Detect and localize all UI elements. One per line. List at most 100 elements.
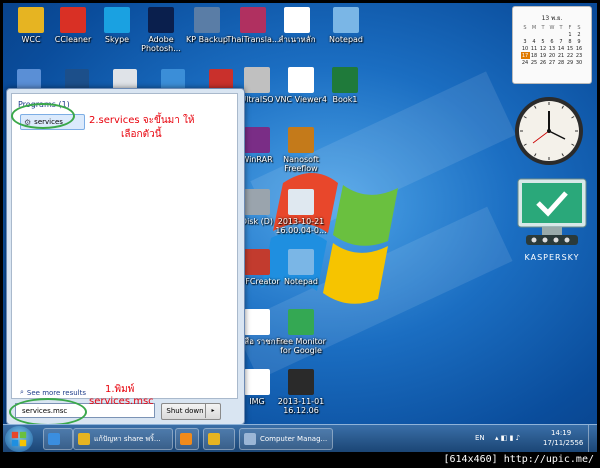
calendar-weekday: M <box>531 24 537 31</box>
desktop-icon[interactable]: Notepad <box>318 7 374 44</box>
annotation-oval-search <box>9 398 87 426</box>
taskbar-button[interactable]: Computer Manag... <box>239 428 333 450</box>
calendar-day[interactable]: 28 <box>557 59 566 66</box>
disc-icon <box>244 67 270 93</box>
winrar-icon <box>244 127 270 153</box>
calendar-day[interactable]: 27 <box>548 59 557 66</box>
kaspersky-gadget[interactable]: KASPERSKY <box>516 177 588 273</box>
show-desktop-button[interactable] <box>588 425 597 453</box>
calendar-weekday: W <box>549 24 555 31</box>
calendar-day[interactable]: 26 <box>539 59 548 66</box>
calendar-day[interactable]: 4 <box>530 38 539 45</box>
document-icon <box>284 7 310 33</box>
annotation-step1-line2: services.msc <box>89 396 154 407</box>
desktop-icon[interactable]: Free Monitor for Google <box>273 309 329 355</box>
taskbar-button[interactable]: แก้ปัญหา share พริ้... <box>73 428 173 450</box>
desktop-icon[interactable]: 2013-10-21 16.00.04-0... <box>273 189 329 235</box>
calendar-grid: S M T W T F S 1 2 3 4 5 6 7 8 9 10 11 12 13 14 15 16 17 18 19 20 21… <box>520 24 584 66</box>
annotation-step2-line2: เลือกตัวนี้ <box>121 129 162 140</box>
taskbar-button[interactable] <box>203 428 235 450</box>
calendar-day[interactable]: 14 <box>557 45 566 52</box>
desktop-icon[interactable]: Nanosoft Freeflow <box>273 127 329 173</box>
desktop-icon-label: Free Monitor for Google <box>276 337 326 355</box>
notepad-icon <box>333 7 359 33</box>
search-icon: ⌕ <box>20 388 24 396</box>
calendar-day <box>521 31 530 38</box>
taskbar-button[interactable] <box>43 428 73 450</box>
vnc-icon <box>288 67 314 93</box>
calendar-day[interactable]: 8 <box>566 38 575 45</box>
desktop-icon-label: Book1 <box>332 95 358 104</box>
start-button[interactable] <box>5 426 33 452</box>
internet-explorer-icon <box>48 433 60 445</box>
windows-explorer-icon <box>208 433 220 445</box>
kaspersky-monitor-icon <box>517 178 587 245</box>
calendar-day[interactable]: 17 <box>520 52 530 59</box>
taskbar-button-label: แก้ปัญหา share พริ้... <box>94 434 161 443</box>
calendar-day[interactable]: 5 <box>539 38 548 45</box>
shutdown-options-arrow-icon[interactable]: ▸ <box>205 403 220 418</box>
taskbar-button-label: Computer Manag... <box>260 435 328 443</box>
folder-icon <box>78 433 90 445</box>
desktop-icon[interactable]: 2013-11-01 16.12.06 <box>273 369 329 415</box>
calendar-day[interactable]: 1 <box>566 31 575 38</box>
clock-date[interactable]: 17/11/2556 <box>543 439 583 447</box>
calendar-day[interactable]: 21 <box>557 52 566 59</box>
clock-gadget[interactable] <box>513 95 585 167</box>
desktop-icon-label: 2013-10-21 16.00.04-0... <box>275 217 327 235</box>
calendar-day[interactable]: 9 <box>575 38 584 45</box>
box-icon <box>288 127 314 153</box>
calendar-day[interactable]: 15 <box>566 45 575 52</box>
tray-icons[interactable]: ▴ ◧ ▮ ♪ <box>495 434 520 442</box>
calendar-day[interactable]: 23 <box>575 52 584 59</box>
calendar-day[interactable]: 22 <box>566 52 575 59</box>
drive-icon <box>244 189 270 215</box>
desktop[interactable]: WCC CCleaner Skype Adobe Photosh... KP Backu… <box>3 3 597 452</box>
taskbar-button[interactable] <box>175 428 199 450</box>
desktop-icon-label: 2013-11-01 16.12.06 <box>277 397 325 415</box>
calendar-weekday: F <box>568 24 572 31</box>
excel-icon <box>332 67 358 93</box>
thai-translate-icon <box>240 7 266 33</box>
calendar-day[interactable]: 10 <box>521 45 530 52</box>
annotation-oval-result <box>11 103 75 129</box>
calendar-day[interactable]: 6 <box>548 38 557 45</box>
calendar-day[interactable]: 3 <box>521 38 530 45</box>
desktop-icon[interactable]: Book1 <box>317 67 373 104</box>
calendar-weekday: S <box>577 24 581 31</box>
calendar-day[interactable]: 29 <box>566 59 575 66</box>
photoshop-icon <box>148 7 174 33</box>
media-player-icon <box>180 433 192 445</box>
calendar-gadget[interactable]: 13 พ.ย. S M T W T F S 1 2 3 4 5 6 7 8 9 10 11 12 13 14 15 16 17… <box>512 6 592 84</box>
calendar-day[interactable]: 13 <box>548 45 557 52</box>
calendar-day[interactable]: 12 <box>539 45 548 52</box>
calendar-day[interactable]: 24 <box>521 59 530 66</box>
language-indicator[interactable]: EN <box>475 434 485 442</box>
image-file-icon <box>288 189 314 215</box>
calendar-day[interactable]: 19 <box>539 52 548 59</box>
kaspersky-label: KASPERSKY <box>524 253 580 262</box>
see-more-label: See more results <box>26 388 87 397</box>
calendar-day[interactable]: 20 <box>548 52 557 59</box>
calendar-day[interactable]: 25 <box>530 59 539 66</box>
document-icon <box>244 369 270 395</box>
desktop-icon[interactable]: Notepad <box>273 249 329 286</box>
calendar-day[interactable]: 30 <box>575 59 584 66</box>
calendar-day[interactable]: 11 <box>530 45 539 52</box>
image-watermark: [614x460] http://upic.me/ <box>0 452 600 468</box>
shutdown-label: Shut down <box>166 407 204 415</box>
clock-time[interactable]: 14:19 <box>551 429 571 437</box>
folder-icon <box>18 7 44 33</box>
notepad-icon <box>288 249 314 275</box>
see-more-results-link[interactable]: ⌕ See more results <box>20 388 86 397</box>
calendar-weekday: S <box>523 24 527 31</box>
desktop-icon[interactable]: สำเนาหลัก <box>269 7 325 44</box>
calendar-day[interactable]: 18 <box>530 52 539 59</box>
calendar-day <box>548 31 557 38</box>
annotation-step1-line1: 1.พิมพ์ <box>105 384 135 395</box>
calendar-day <box>530 31 539 38</box>
calendar-day[interactable]: 2 <box>575 31 584 38</box>
skype-icon <box>104 7 130 33</box>
calendar-day[interactable]: 16 <box>575 45 584 52</box>
calendar-day[interactable]: 7 <box>557 38 566 45</box>
